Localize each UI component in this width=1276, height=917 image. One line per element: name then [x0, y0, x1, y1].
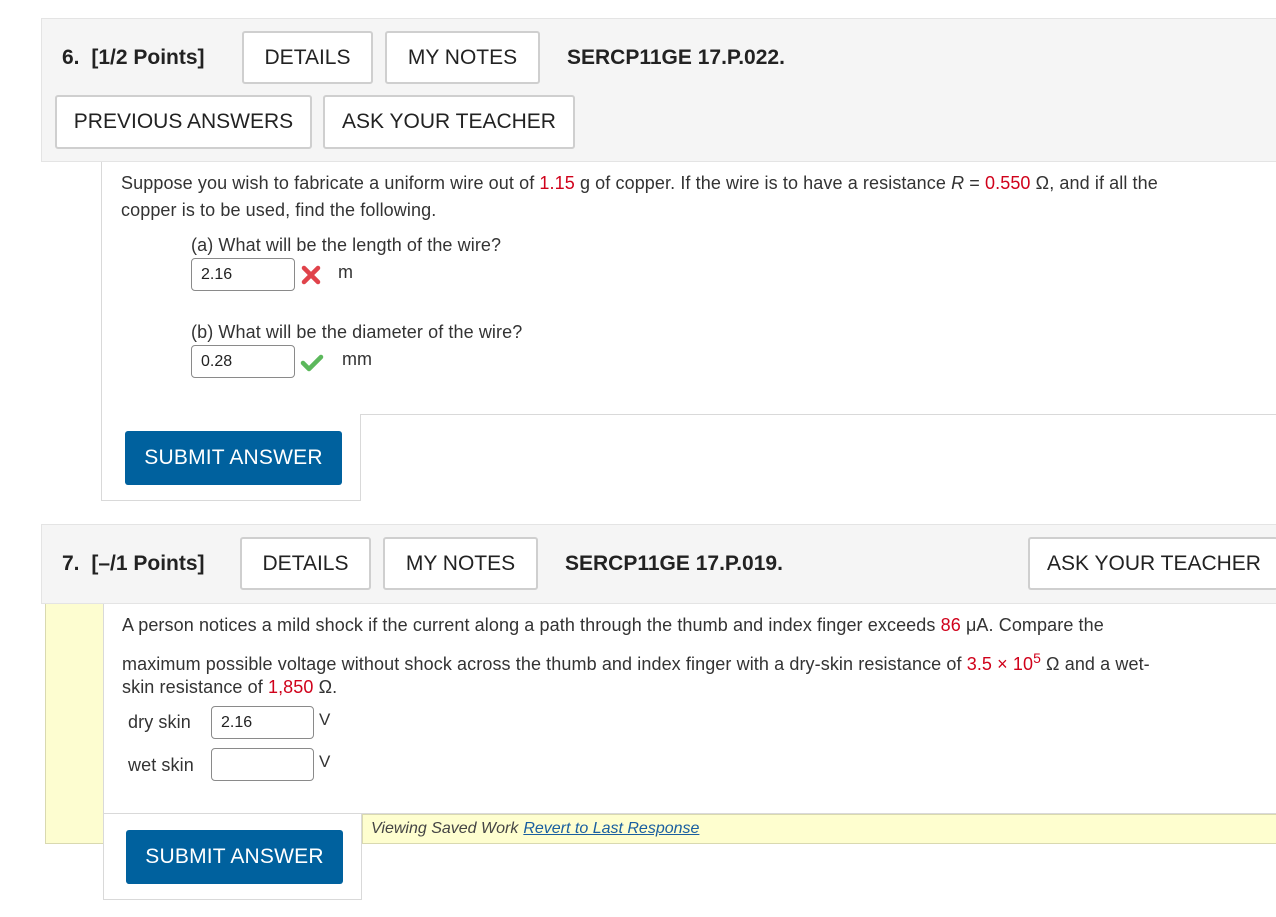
question-6-body-right-border — [360, 414, 361, 501]
my-notes-button[interactable]: MY NOTES — [385, 31, 540, 84]
saved-work-bar: Viewing Saved Work Revert to Last Respon… — [362, 814, 1276, 844]
submit-answer-button[interactable]: SUBMIT ANSWER — [125, 431, 342, 485]
problem-text-line-2: copper is to be used, find the following… — [121, 200, 437, 220]
question-7-number: 7. [–/1 Points] — [62, 552, 205, 576]
check-mark-icon — [300, 351, 324, 373]
saved-work-text: Viewing Saved Work — [371, 820, 519, 837]
previous-answers-button[interactable]: PREVIOUS ANSWERS — [55, 95, 312, 149]
x-mark-icon — [300, 264, 322, 286]
part-a-question: (a) What will be the length of the wire? — [191, 235, 502, 255]
dry-skin-label: dry skin — [128, 712, 191, 732]
part-b-question: (b) What will be the diameter of the wir… — [191, 322, 523, 342]
question-points: [–/1 Points] — [91, 552, 205, 575]
submit-answer-button[interactable]: SUBMIT ANSWER — [126, 830, 343, 884]
problem-text: Suppose you wish to fabricate a uniform … — [121, 173, 1158, 193]
details-button[interactable]: DETAILS — [242, 31, 373, 84]
wet-skin-unit: V — [319, 752, 331, 771]
part-a-answer-input[interactable] — [191, 258, 295, 291]
part-b-unit: mm — [342, 349, 372, 369]
question-6-number: 6. [1/2 Points] — [62, 46, 205, 70]
part-b-answer-input[interactable] — [191, 345, 295, 378]
wet-skin-input[interactable] — [211, 748, 314, 781]
revert-to-last-response-link[interactable]: Revert to Last Response — [523, 820, 699, 838]
dry-skin-input[interactable] — [211, 706, 314, 739]
question-6-body-left-border — [101, 162, 102, 501]
ask-your-teacher-button[interactable]: ASK YOUR TEACHER — [1028, 537, 1276, 590]
assignment-code: SERCP11GE 17.P.022. — [567, 46, 785, 69]
part-a-unit: m — [338, 262, 353, 282]
problem-text-line-3: skin resistance of 1,850 Ω. — [122, 677, 338, 697]
question-6-body-bottom-border — [101, 500, 361, 501]
question-points: [1/2 Points] — [91, 46, 205, 69]
wet-skin-label: wet skin — [128, 755, 194, 775]
problem-text: A person notices a mild shock if the cur… — [122, 615, 1104, 635]
question-number: 6. — [62, 46, 80, 69]
dry-skin-unit: V — [319, 710, 331, 729]
my-notes-button[interactable]: MY NOTES — [383, 537, 538, 590]
saved-work-highlight — [45, 604, 103, 844]
given-current: 86 — [940, 615, 961, 635]
given-mass: 1.15 — [539, 173, 575, 193]
question-number: 7. — [62, 552, 80, 575]
given-resistance: 0.550 — [985, 173, 1031, 193]
question-6-body-divider — [360, 414, 1276, 415]
given-dry-resistance: 3.5 × 105 — [966, 650, 1041, 674]
assignment-code: SERCP11GE 17.P.019. — [565, 552, 783, 575]
ask-your-teacher-button[interactable]: ASK YOUR TEACHER — [323, 95, 575, 149]
given-wet-resistance: 1,850 — [267, 677, 314, 697]
details-button[interactable]: DETAILS — [240, 537, 371, 590]
